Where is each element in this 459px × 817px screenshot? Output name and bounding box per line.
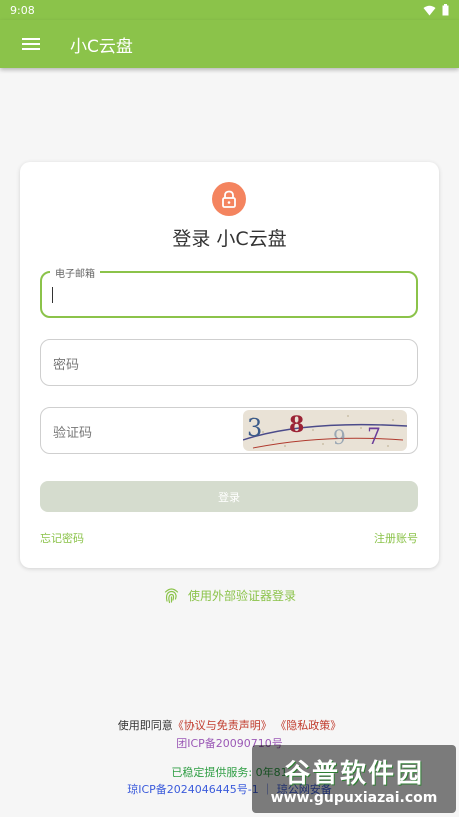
- wifi-icon: [423, 5, 436, 15]
- external-login-button[interactable]: 使用外部验证器登录: [0, 586, 459, 604]
- agreement-prefix: 使用即同意: [117, 719, 173, 732]
- login-button[interactable]: 登录: [40, 481, 418, 512]
- captcha-char: 3: [247, 414, 262, 442]
- app-bar: 小C云盘: [0, 20, 459, 68]
- watermark-name: 谷普软件园: [283, 758, 424, 789]
- menu-icon: [22, 38, 40, 50]
- status-time: 9:08: [10, 3, 35, 17]
- text-cursor: [52, 287, 53, 303]
- captcha-char: 9: [333, 425, 346, 449]
- terms-link[interactable]: 《协议与免责声明》: [173, 719, 272, 732]
- status-icons: [423, 4, 449, 16]
- battery-icon: [442, 4, 449, 16]
- captcha-char: 7: [367, 425, 381, 450]
- app-title: 小C云盘: [70, 36, 133, 57]
- lock-icon: [222, 190, 236, 208]
- login-card: 登录 小C云盘 电子邮箱 密码 验证码 3 8 9 7 登录 忘记密码 注册账号: [20, 162, 439, 568]
- password-placeholder: 密码: [53, 358, 80, 373]
- email-label: 电子邮箱: [50, 265, 100, 280]
- site-watermark: 谷普软件园 www.gupuxiazai.com: [252, 745, 456, 813]
- privacy-link[interactable]: 《隐私政策》: [275, 719, 341, 732]
- password-field[interactable]: 密码: [40, 339, 418, 386]
- status-bar: 9:08: [0, 0, 459, 20]
- register-link[interactable]: 注册账号: [374, 530, 418, 546]
- menu-button[interactable]: [0, 20, 62, 68]
- agreement-text: 使用即同意《协议与免责声明》 《隐私政策》: [0, 717, 459, 733]
- watermark-url: www.gupuxiazai.com: [270, 789, 438, 806]
- captcha-image[interactable]: 3 8 9 7: [243, 410, 407, 451]
- captcha-field[interactable]: 验证码 3 8 9 7: [40, 407, 418, 454]
- login-title: 登录 小C云盘: [172, 228, 287, 250]
- captcha-char: 8: [289, 412, 304, 438]
- forgot-password-link[interactable]: 忘记密码: [40, 530, 84, 546]
- lock-badge: [212, 182, 246, 216]
- captcha-placeholder: 验证码: [53, 426, 93, 441]
- fingerprint-icon: [164, 588, 179, 604]
- external-login-label: 使用外部验证器登录: [187, 588, 296, 603]
- email-field[interactable]: 电子邮箱: [40, 265, 418, 318]
